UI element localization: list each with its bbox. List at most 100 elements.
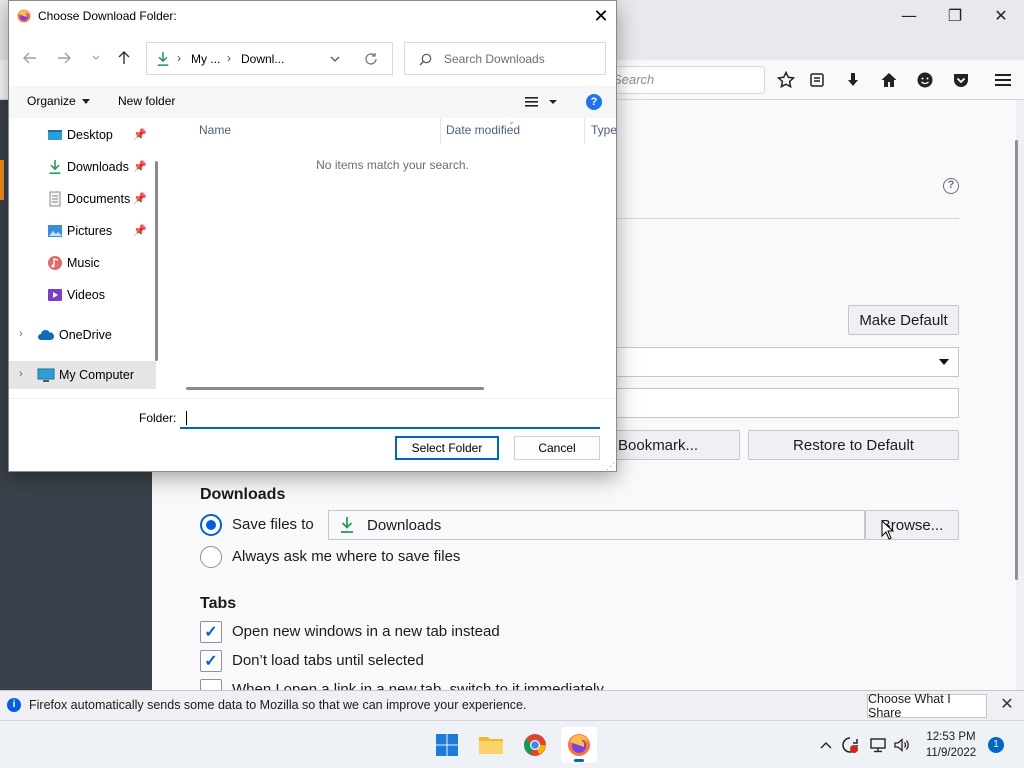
tabs-heading: Tabs bbox=[200, 595, 237, 612]
new-folder-button[interactable]: New folder bbox=[118, 94, 175, 108]
computer-icon bbox=[37, 367, 55, 383]
chrome-icon[interactable] bbox=[517, 727, 553, 763]
settings-scrollbar-thumb[interactable] bbox=[1015, 140, 1018, 580]
info-icon: i bbox=[7, 698, 21, 712]
save-files-radio[interactable] bbox=[200, 514, 222, 536]
menu-icon[interactable] bbox=[991, 68, 1015, 92]
recent-locations-chevron-icon[interactable] bbox=[86, 48, 106, 68]
firefox-icon[interactable] bbox=[561, 727, 597, 763]
back-arrow-icon[interactable] bbox=[20, 48, 40, 68]
pin-icon[interactable]: 📌 bbox=[133, 128, 147, 141]
pocket-icon[interactable] bbox=[949, 68, 973, 92]
pin-icon[interactable]: 📌 bbox=[133, 192, 147, 205]
close-window-button[interactable]: ✕ bbox=[978, 0, 1024, 30]
file-explorer-icon[interactable] bbox=[473, 727, 509, 763]
download-icon bbox=[47, 159, 63, 175]
nav-item-videos[interactable]: Videos bbox=[9, 281, 156, 309]
help-icon[interactable]: ? bbox=[943, 178, 959, 194]
chevron-up-icon[interactable] bbox=[816, 735, 836, 755]
restore-default-button[interactable]: Restore to Default bbox=[748, 430, 959, 460]
sync-error-icon[interactable] bbox=[840, 735, 860, 755]
cancel-button[interactable]: Cancel bbox=[514, 436, 600, 460]
folder-input[interactable] bbox=[180, 407, 600, 429]
nav-item-label: Pictures bbox=[67, 224, 113, 238]
breadcrumb-my-computer[interactable]: My ... bbox=[191, 52, 220, 66]
browse-button[interactable]: Browse... bbox=[865, 510, 959, 540]
network-icon[interactable] bbox=[868, 735, 888, 755]
breadcrumb-downloads[interactable]: Downl... bbox=[241, 52, 284, 66]
column-header-date-modified[interactable]: Date modified bbox=[446, 123, 520, 137]
nav-item-music[interactable]: Music bbox=[9, 249, 156, 277]
use-bookmark-button[interactable]: Bookmark... bbox=[615, 430, 740, 460]
home-icon[interactable] bbox=[877, 68, 901, 92]
expand-chevron-icon[interactable]: › bbox=[19, 368, 23, 380]
column-divider[interactable] bbox=[440, 118, 441, 144]
forward-arrow-icon[interactable] bbox=[54, 48, 74, 68]
homepage-select[interactable] bbox=[615, 347, 959, 377]
clipped-row: When I open a link in a new tab, switch … bbox=[152, 679, 1016, 690]
nav-item-documents[interactable]: Documents 📌 bbox=[9, 185, 156, 213]
divider bbox=[615, 218, 959, 219]
column-header-name[interactable]: Name bbox=[199, 123, 231, 137]
dialog-titlebar: Choose Download Folder: ✕ bbox=[9, 1, 616, 32]
pin-icon[interactable]: 📌 bbox=[133, 160, 147, 173]
notification-count-badge[interactable]: 1 bbox=[988, 737, 1004, 753]
make-default-button[interactable]: Make Default bbox=[848, 305, 959, 335]
empty-message: No items match your search. bbox=[316, 158, 469, 172]
clock-date: 11/9/2022 bbox=[925, 747, 977, 759]
switch-tab-checkbox[interactable] bbox=[200, 679, 222, 690]
dont-load-tabs-checkbox[interactable]: ✓ bbox=[200, 650, 222, 672]
dialog-navigation-bar: › My ... › Downl... Search Downloads bbox=[9, 32, 616, 86]
nav-pane-scrollbar[interactable] bbox=[155, 161, 158, 361]
dialog-close-button[interactable]: ✕ bbox=[585, 1, 617, 32]
refresh-icon[interactable] bbox=[364, 52, 378, 66]
save-files-label: Save files to bbox=[232, 516, 314, 533]
column-header-type[interactable]: Type bbox=[591, 123, 617, 137]
download-folder-name: Downloads bbox=[367, 517, 442, 534]
expand-chevron-icon[interactable]: › bbox=[19, 328, 23, 340]
downloads-icon[interactable] bbox=[841, 68, 865, 92]
nav-item-label: My Computer bbox=[59, 368, 135, 382]
minimize-button[interactable]: — bbox=[886, 0, 932, 30]
breadcrumb-separator-icon: › bbox=[227, 51, 231, 65]
taskbar: 12:53 PM 11/9/2022 1 bbox=[0, 720, 1024, 768]
start-button[interactable] bbox=[429, 727, 465, 763]
pin-icon[interactable]: 📌 bbox=[133, 224, 147, 237]
select-folder-button[interactable]: Select Folder bbox=[395, 436, 499, 460]
address-bar[interactable]: › My ... › Downl... bbox=[146, 42, 393, 75]
downloads-heading: Downloads bbox=[200, 486, 286, 503]
help-icon[interactable]: ? bbox=[586, 94, 602, 110]
close-icon[interactable]: ✕ bbox=[998, 696, 1016, 714]
nav-item-my-computer[interactable]: › My Computer bbox=[9, 361, 156, 389]
resize-grip-icon[interactable]: ⋰ bbox=[606, 461, 615, 472]
clock[interactable]: 12:53 PM 11/9/2022 bbox=[920, 729, 982, 761]
bookmark-star-icon[interactable] bbox=[774, 68, 798, 92]
search-placeholder: Search Downloads bbox=[444, 52, 545, 66]
address-history-chevron-icon[interactable] bbox=[330, 56, 340, 63]
nav-item-desktop[interactable]: Desktop 📌 bbox=[9, 121, 156, 149]
desktop-icon bbox=[47, 127, 63, 143]
choose-what-i-share-button[interactable]: Choose What I Share bbox=[867, 692, 987, 720]
download-folder-field: Downloads bbox=[328, 510, 865, 540]
search-downloads-input[interactable]: Search Downloads bbox=[404, 42, 606, 75]
telemetry-notification-bar: i Firefox automatically sends some data … bbox=[0, 690, 1024, 720]
organize-button[interactable]: Organize bbox=[27, 94, 91, 108]
always-ask-radio[interactable] bbox=[200, 546, 222, 568]
maximize-button[interactable]: ❐ bbox=[932, 0, 978, 30]
music-icon bbox=[47, 255, 63, 271]
library-icon[interactable] bbox=[805, 68, 829, 92]
organize-label: Organize bbox=[27, 94, 76, 108]
open-new-windows-checkbox[interactable]: ✓ bbox=[200, 621, 222, 643]
nav-item-pictures[interactable]: Pictures 📌 bbox=[9, 217, 156, 245]
homepage-input[interactable] bbox=[615, 388, 959, 418]
volume-icon[interactable] bbox=[892, 735, 912, 755]
view-options-icon[interactable] bbox=[525, 96, 557, 108]
nav-item-onedrive[interactable]: › OneDrive bbox=[9, 321, 156, 349]
breadcrumb-separator-icon: › bbox=[177, 51, 181, 65]
account-icon[interactable] bbox=[913, 68, 937, 92]
chevron-down-icon bbox=[82, 99, 91, 105]
nav-item-downloads[interactable]: Downloads 📌 bbox=[9, 153, 156, 181]
file-list-horizontal-scrollbar[interactable] bbox=[186, 387, 484, 390]
column-divider[interactable] bbox=[584, 118, 585, 144]
up-arrow-icon[interactable] bbox=[114, 48, 134, 68]
